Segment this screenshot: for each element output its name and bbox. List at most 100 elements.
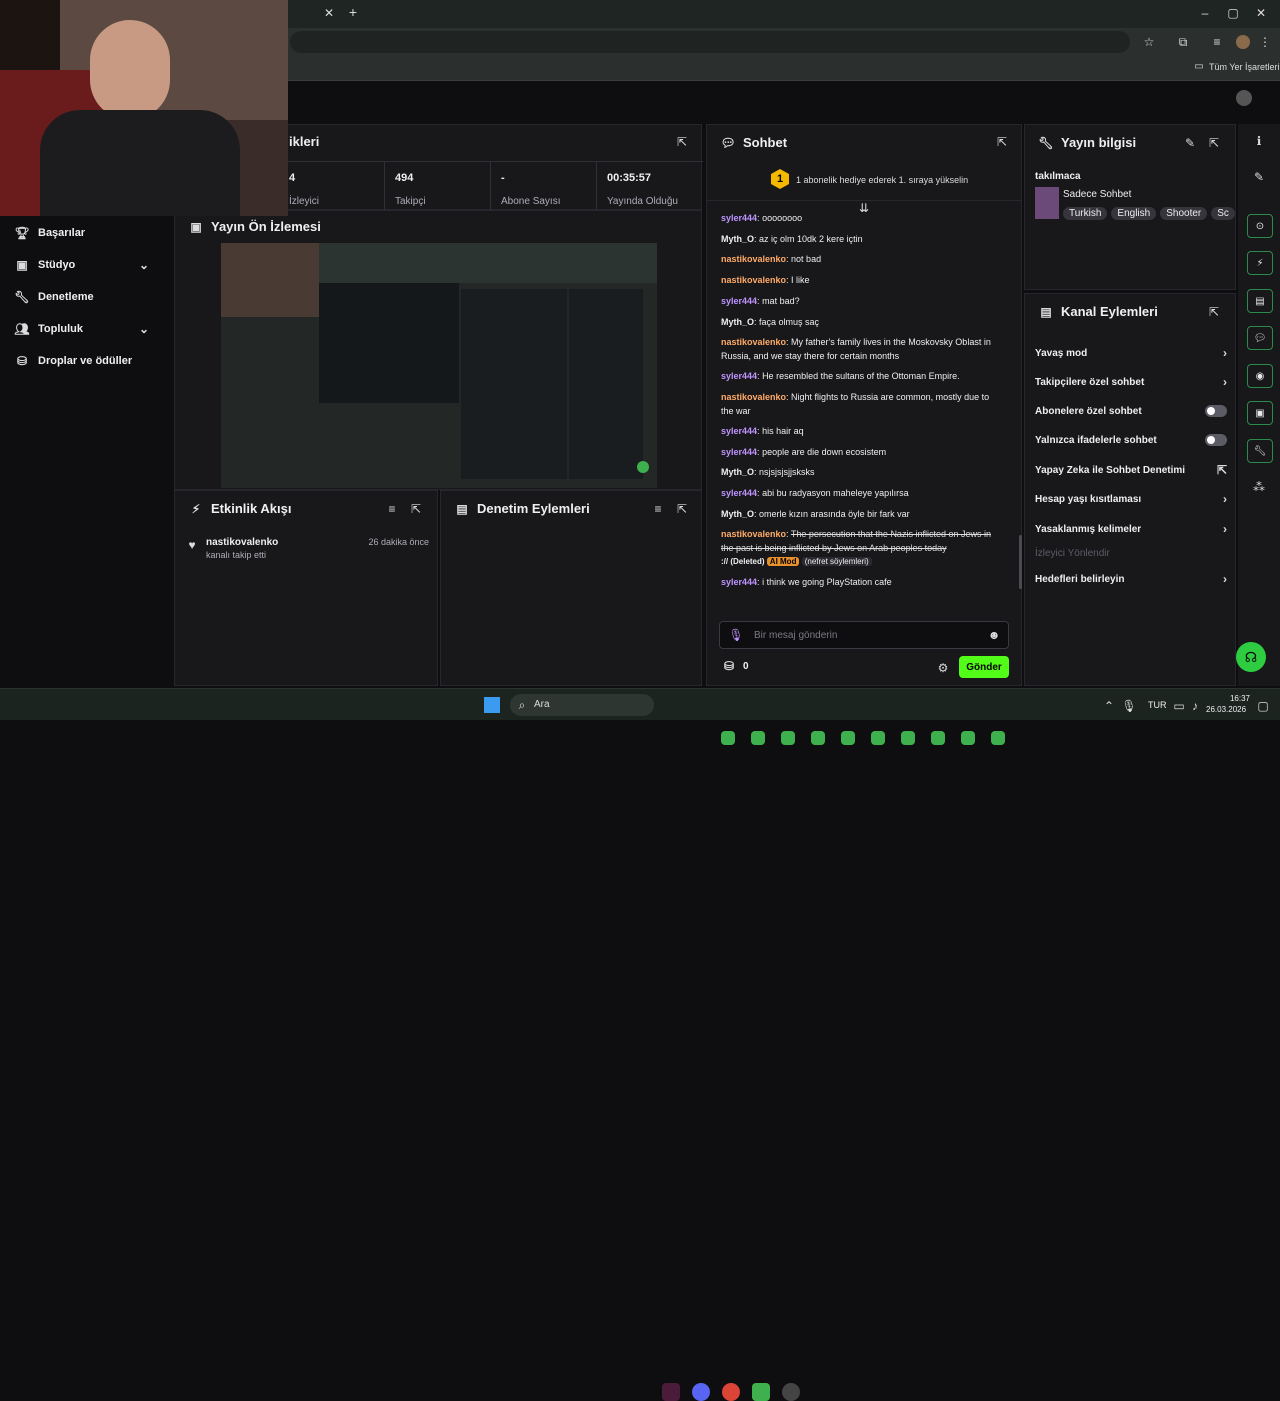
emote[interactable] xyxy=(991,731,1005,745)
emote[interactable] xyxy=(811,731,825,745)
tray-chevron-icon[interactable]: ⌃ xyxy=(1104,699,1114,713)
network-icon[interactable]: ▭ xyxy=(1173,699,1184,713)
user-avatar[interactable] xyxy=(1236,90,1252,106)
preview-browser xyxy=(319,243,657,283)
tag[interactable]: Turkish xyxy=(1063,207,1108,220)
sidebar-item-drops[interactable]: ⛁ Droplar ve ödüller xyxy=(14,354,132,368)
emote[interactable] xyxy=(961,731,975,745)
action-raid: İzleyici Yönlendir xyxy=(1035,548,1110,559)
activity-user[interactable]: nastikovalenko xyxy=(206,537,278,548)
notification-icon[interactable]: ▢ xyxy=(1257,699,1268,713)
popout-icon[interactable]: ⇱ xyxy=(409,502,423,516)
popout-icon[interactable]: ⇱ xyxy=(675,135,689,149)
hype-banner[interactable]: 1 1 abonelik hediye ederek 1. sıraya yük… xyxy=(707,161,1021,201)
popout-icon[interactable]: ⇱ xyxy=(995,135,1009,149)
filter-icon[interactable]: ≡ xyxy=(651,502,665,516)
tag[interactable]: Shooter xyxy=(1160,207,1208,220)
profile-avatar[interactable] xyxy=(1236,35,1250,49)
close-tab-icon[interactable]: ✕ xyxy=(322,6,336,20)
action-subs-only[interactable]: Abonelere özel sohbet xyxy=(1035,405,1227,417)
edit-icon[interactable]: ✎ xyxy=(1252,170,1266,184)
emoji-icon[interactable]: ☻ xyxy=(988,628,1001,642)
popout-icon[interactable]: ⇱ xyxy=(1207,305,1221,319)
rail-button-document[interactable]: ▤ xyxy=(1247,289,1273,313)
toggle-switch[interactable] xyxy=(1205,405,1227,417)
popout-icon[interactable]: ⇱ xyxy=(1207,136,1221,150)
sidebar-item-moderation[interactable]: 🔧︎ Denetleme xyxy=(14,290,93,304)
taskbar-app-icon[interactable] xyxy=(662,1383,680,1401)
webcam-overlay xyxy=(0,0,288,216)
obs-icon[interactable] xyxy=(782,1383,800,1401)
discord-icon[interactable] xyxy=(692,1383,710,1401)
taskbar-app-icon[interactable] xyxy=(752,1383,770,1401)
stream-preview-video[interactable] xyxy=(221,243,657,488)
activity-header: ⚡︎ Etkinlik Akışı xyxy=(189,501,292,516)
action-banned-words[interactable]: Yasaklanmış kelimeler › xyxy=(1035,522,1227,536)
apps-icon[interactable]: ⁂ xyxy=(1252,480,1266,494)
category-name[interactable]: Sadece Sohbet xyxy=(1063,189,1131,200)
maximize-icon[interactable]: ▢ xyxy=(1226,6,1240,20)
action-account-age[interactable]: Hesap yaşı kısıtlaması › xyxy=(1035,492,1227,506)
sidebar-item-community[interactable]: 👥︎ Topluluk ⌄ xyxy=(14,322,160,336)
folder-icon: ▭ xyxy=(1194,61,1204,72)
settings-icon[interactable]: ⚙ xyxy=(937,661,949,675)
action-ai-moderation[interactable]: Yapay Zeka ile Sohbet Denetimi ⇱ xyxy=(1035,463,1227,477)
toggle-switch[interactable] xyxy=(1205,434,1227,446)
emote[interactable] xyxy=(781,731,795,745)
sidebar-item-studio[interactable]: ▣ Stüdyo ⌄ xyxy=(14,258,160,272)
new-tab-button[interactable]: + xyxy=(346,4,360,20)
stat-uptime: 00:35:57 Yayında Olduğu xyxy=(607,172,678,207)
chat-input[interactable]: 🎙︎ Bir mesaj gönderin ☻ xyxy=(719,621,1009,649)
media-icon[interactable]: ≡ xyxy=(1210,35,1224,49)
sidebar-item-achievements[interactable]: 🏆︎ Başarılar xyxy=(14,226,85,240)
emote[interactable] xyxy=(721,731,735,745)
emote[interactable] xyxy=(931,731,945,745)
document-icon: ▤ xyxy=(456,501,468,516)
taskbar-search[interactable]: ⌕ Ara xyxy=(510,694,654,716)
stats-title: ikleri xyxy=(289,134,320,149)
clock-time[interactable]: 16:37 xyxy=(1212,694,1250,703)
rail-button-actions[interactable]: ▣ xyxy=(1247,401,1273,425)
edit-icon[interactable]: ✎ xyxy=(1183,136,1197,150)
star-icon[interactable]: ☆ xyxy=(1142,35,1156,49)
rail-button-wrench[interactable]: 🔧︎ xyxy=(1247,439,1273,463)
volume-icon[interactable]: ♪ xyxy=(1190,699,1200,713)
bookmarks-label[interactable]: Tüm Yer İşaretleri xyxy=(1209,62,1280,72)
emote[interactable] xyxy=(871,731,885,745)
rail-button-broadcast[interactable]: ◉ xyxy=(1247,364,1273,388)
action-followers-only[interactable]: Takipçilere özel sohbet › xyxy=(1035,375,1227,389)
chat-scrollbar[interactable] xyxy=(1019,535,1022,589)
rail-button-bolt[interactable]: ⚡︎ xyxy=(1247,251,1273,275)
webcam-shirt xyxy=(40,110,240,216)
info-icon[interactable]: ℹ xyxy=(1252,134,1266,148)
send-button[interactable]: Gönder xyxy=(959,656,1009,678)
rail-button-chat[interactable]: 💬︎ xyxy=(1247,326,1273,350)
microphone-icon[interactable]: 🎙︎ xyxy=(728,628,743,642)
chrome-icon[interactable] xyxy=(722,1383,740,1401)
filter-icon[interactable]: ≡ xyxy=(385,502,399,516)
rail-button-camera[interactable]: ⊙ xyxy=(1247,214,1273,238)
tag[interactable]: English xyxy=(1111,207,1157,220)
stat-subscribers: - Abone Sayısı xyxy=(491,162,597,212)
mic-tray-icon[interactable]: 🎙︎ xyxy=(1121,699,1136,713)
emote[interactable] xyxy=(751,731,765,745)
external-link-icon: ⇱ xyxy=(1216,463,1227,477)
close-window-icon[interactable]: ✕ xyxy=(1254,6,1268,20)
action-emote-only[interactable]: Yalnızca ifadelerle sohbet xyxy=(1035,434,1227,446)
address-bar[interactable] xyxy=(290,31,1130,53)
emote[interactable] xyxy=(841,731,855,745)
channel-points[interactable]: ⛁ 0 xyxy=(723,659,749,673)
language-indicator[interactable]: TUR xyxy=(1148,700,1167,710)
extensions-icon[interactable]: ⧉ xyxy=(1176,35,1190,50)
emote[interactable] xyxy=(901,731,915,745)
action-goals[interactable]: Hedefleri belirleyin › xyxy=(1035,572,1227,586)
menu-icon[interactable]: ⋮ xyxy=(1259,35,1271,49)
tag[interactable]: Sc xyxy=(1211,207,1235,220)
minimize-icon[interactable]: – xyxy=(1198,6,1212,20)
clock-date[interactable]: 26.03.2026 xyxy=(1206,705,1246,714)
popout-icon[interactable]: ⇱ xyxy=(675,502,689,516)
support-button[interactable]: ☊ xyxy=(1236,642,1266,672)
start-button[interactable] xyxy=(484,697,500,713)
action-slow-mode[interactable]: Yavaş mod › xyxy=(1035,346,1227,360)
chevron-right-icon: › xyxy=(1223,375,1227,389)
